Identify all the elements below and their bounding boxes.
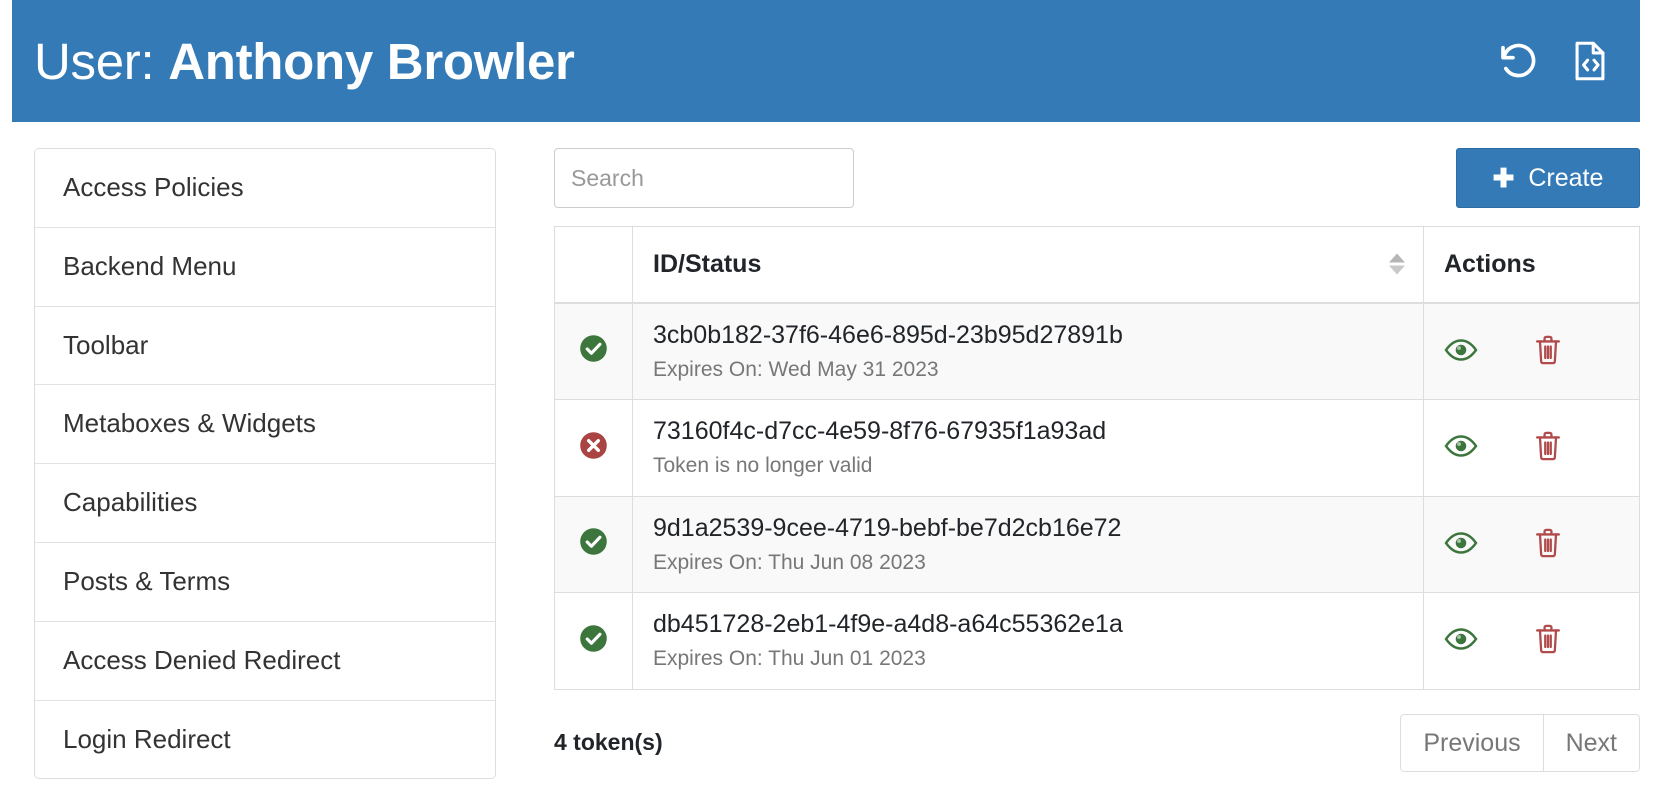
table-row: 3cb0b182-37f6-46e6-895d-23b95d27891b Exp… xyxy=(554,302,1640,400)
column-header-status xyxy=(554,226,633,304)
table-toolbar: ✚ Create xyxy=(554,148,1640,208)
cell-status xyxy=(554,399,633,497)
column-header-id-status[interactable]: ID/Status xyxy=(632,226,1424,304)
page-title-username: Anthony Browler xyxy=(168,32,575,90)
create-button[interactable]: ✚ Create xyxy=(1456,148,1640,208)
view-token-button[interactable] xyxy=(1444,531,1478,558)
trash-icon xyxy=(1534,623,1562,658)
reset-icon xyxy=(1498,41,1538,81)
table-row: 73160f4c-d7cc-4e59-8f76-67935f1a93ad Tok… xyxy=(554,399,1640,497)
x-circle-icon xyxy=(579,431,608,465)
page-title: User: Anthony Browler xyxy=(34,36,575,87)
sidebar-item-access-denied-redirect[interactable]: Access Denied Redirect xyxy=(35,621,495,701)
sidebar-item-capabilities[interactable]: Capabilities xyxy=(35,464,495,543)
view-token-button[interactable] xyxy=(1444,434,1478,461)
sort-toggle-icon[interactable] xyxy=(1389,253,1405,275)
trash-icon xyxy=(1534,430,1562,465)
plus-icon: ✚ xyxy=(1492,163,1515,193)
search-input[interactable] xyxy=(554,148,854,208)
sidebar-nav: Access Policies Backend Menu Toolbar Met… xyxy=(34,148,496,780)
delete-token-button[interactable] xyxy=(1534,527,1562,562)
eye-icon xyxy=(1444,627,1478,654)
sidebar-item-access-policies[interactable]: Access Policies xyxy=(35,149,495,228)
tokens-table-body: 3cb0b182-37f6-46e6-895d-23b95d27891b Exp… xyxy=(554,302,1640,690)
trash-icon xyxy=(1534,527,1562,562)
eye-icon xyxy=(1444,531,1478,558)
sort-descending-icon xyxy=(1389,265,1405,275)
page-title-prefix: User: xyxy=(34,32,155,90)
header-actions xyxy=(1496,39,1612,83)
check-circle-icon xyxy=(579,527,608,561)
table-footer: 4 token(s) Previous Next xyxy=(554,713,1640,772)
sidebar-item-backend-menu[interactable]: Backend Menu xyxy=(35,227,495,307)
token-id: db451728-2eb1-4f9e-a4d8-a64c55362e1a xyxy=(653,610,1123,638)
table-row: 9d1a2539-9cee-4719-bebf-be7d2cb16e72 Exp… xyxy=(554,495,1640,593)
cell-token-info: 3cb0b182-37f6-46e6-895d-23b95d27891b Exp… xyxy=(632,302,1424,400)
tokens-table-head: ID/Status Actions xyxy=(554,226,1640,304)
page-body: Access Policies Backend Menu Toolbar Met… xyxy=(12,122,1656,780)
sidebar-item-toolbar[interactable]: Toolbar xyxy=(35,306,495,386)
check-circle-icon xyxy=(579,624,608,658)
sidebar-item-posts-terms[interactable]: Posts & Terms xyxy=(35,542,495,622)
trash-icon xyxy=(1534,334,1562,369)
eye-icon xyxy=(1444,338,1478,365)
check-circle-icon xyxy=(579,334,608,368)
delete-token-button[interactable] xyxy=(1534,623,1562,658)
cell-actions xyxy=(1423,399,1640,497)
token-status-text: Expires On: Thu Jun 08 2023 xyxy=(653,550,926,574)
table-header-row: ID/Status Actions xyxy=(554,226,1640,304)
delete-token-button[interactable] xyxy=(1534,334,1562,369)
token-id: 3cb0b182-37f6-46e6-895d-23b95d27891b xyxy=(653,320,1123,349)
token-manager-page: User: Anthony Browler Access Policies Ba… xyxy=(0,0,1668,812)
cell-token-info: db451728-2eb1-4f9e-a4d8-a64c55362e1a Exp… xyxy=(632,592,1424,690)
code-file-icon xyxy=(1570,40,1610,82)
main-panel: ✚ Create ID/Status xyxy=(496,148,1640,772)
sidebar-item-login-redirect[interactable]: Login Redirect xyxy=(35,700,495,779)
cell-token-info: 73160f4c-d7cc-4e59-8f76-67935f1a93ad Tok… xyxy=(632,399,1424,497)
table-row: db451728-2eb1-4f9e-a4d8-a64c55362e1a Exp… xyxy=(554,592,1640,690)
eye-icon xyxy=(1444,434,1478,461)
cell-actions xyxy=(1423,302,1640,400)
sidebar-item-metaboxes-widgets[interactable]: Metaboxes & Widgets xyxy=(35,385,495,465)
token-status-text: Expires On: Thu Jun 01 2023 xyxy=(653,647,926,671)
token-id: 9d1a2539-9cee-4719-bebf-be7d2cb16e72 xyxy=(653,513,1122,542)
delete-token-button[interactable] xyxy=(1534,430,1562,465)
column-header-id-status-label: ID/Status xyxy=(653,249,762,278)
pagination: Previous Next xyxy=(1400,713,1640,772)
reset-button[interactable] xyxy=(1496,39,1540,83)
token-id: 73160f4c-d7cc-4e59-8f76-67935f1a93ad xyxy=(653,417,1107,445)
column-header-actions: Actions xyxy=(1423,226,1640,304)
token-status-text: Token is no longer valid xyxy=(653,454,873,478)
token-count-label: 4 token(s) xyxy=(554,729,663,755)
create-button-label: Create xyxy=(1528,163,1604,192)
cell-token-info: 9d1a2539-9cee-4719-bebf-be7d2cb16e72 Exp… xyxy=(632,495,1424,593)
cell-status xyxy=(554,302,633,400)
view-token-button[interactable] xyxy=(1444,627,1478,654)
token-status-text: Expires On: Wed May 31 2023 xyxy=(653,357,939,381)
cell-actions xyxy=(1423,495,1640,593)
app-header: User: Anthony Browler xyxy=(12,0,1640,122)
cell-status xyxy=(554,592,633,690)
cell-actions xyxy=(1423,592,1640,690)
next-page-button[interactable]: Next xyxy=(1543,714,1639,771)
cell-status xyxy=(554,495,633,593)
previous-page-button[interactable]: Previous xyxy=(1401,714,1544,771)
export-code-button[interactable] xyxy=(1568,39,1612,83)
tokens-table: ID/Status Actions 3cb0b182-37f6-46e6-895… xyxy=(554,226,1640,690)
sort-ascending-icon xyxy=(1389,253,1405,263)
view-token-button[interactable] xyxy=(1444,338,1478,365)
